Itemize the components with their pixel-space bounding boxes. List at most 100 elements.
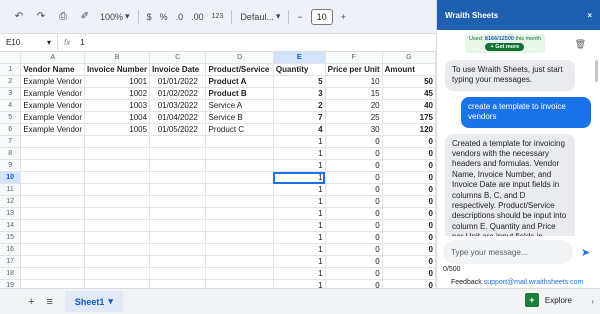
row-header[interactable]: 5: [0, 111, 22, 125]
cell[interactable]: 4: [273, 123, 326, 137]
cell[interactable]: [205, 135, 274, 149]
cell[interactable]: 0: [325, 255, 383, 269]
cell[interactable]: 1: [273, 219, 326, 233]
cell[interactable]: 01/03/2022: [149, 99, 207, 113]
name-box[interactable]: E10 ▾: [0, 34, 58, 51]
cell[interactable]: 40: [382, 99, 436, 113]
cell[interactable]: [149, 243, 207, 257]
cell[interactable]: Amount: [382, 63, 436, 77]
cell[interactable]: 1: [273, 147, 326, 161]
cell[interactable]: [84, 255, 151, 269]
cell[interactable]: 1: [273, 231, 326, 245]
cell[interactable]: [84, 159, 151, 173]
cell[interactable]: Example Vendor: [20, 111, 86, 125]
cell[interactable]: 0: [382, 171, 436, 185]
cell[interactable]: [205, 267, 274, 281]
cell[interactable]: [84, 147, 151, 161]
column-header-g[interactable]: G: [382, 52, 436, 65]
cell[interactable]: [205, 279, 274, 288]
cell[interactable]: 0: [382, 147, 436, 161]
row-header[interactable]: 2: [0, 75, 22, 89]
column-header-c[interactable]: C: [149, 52, 207, 65]
cell[interactable]: Invoice Date: [149, 63, 207, 77]
font-size-input[interactable]: 10: [310, 8, 333, 25]
cell[interactable]: 120: [382, 123, 436, 137]
cell[interactable]: [205, 147, 274, 161]
cell[interactable]: 1: [273, 135, 326, 149]
cell[interactable]: [20, 219, 86, 233]
cell[interactable]: [20, 279, 86, 288]
number-format-button[interactable]: 123: [212, 13, 224, 20]
cell[interactable]: [20, 135, 86, 149]
cell[interactable]: [205, 219, 274, 233]
cell[interactable]: Price per Unit: [325, 63, 383, 77]
cell[interactable]: 1: [273, 171, 326, 185]
font-select[interactable]: Defaul... ▾: [240, 11, 280, 22]
cell[interactable]: [205, 207, 274, 221]
cell[interactable]: [205, 159, 274, 173]
cell[interactable]: Example Vendor: [20, 87, 86, 101]
chevron-left-icon[interactable]: ‹: [591, 297, 594, 306]
list-icon[interactable]: ≡: [46, 296, 52, 308]
cell[interactable]: 175: [382, 111, 436, 125]
send-icon[interactable]: ➤: [581, 246, 590, 259]
cell[interactable]: 01/05/2022: [149, 123, 207, 137]
increase-font-size-button[interactable]: +: [341, 12, 346, 22]
cell[interactable]: 0: [382, 135, 436, 149]
plus-icon[interactable]: +: [28, 296, 34, 308]
cell[interactable]: [205, 231, 274, 245]
cell[interactable]: [149, 147, 207, 161]
cell[interactable]: [205, 195, 274, 209]
cell[interactable]: 10: [325, 75, 383, 89]
cell[interactable]: [149, 171, 207, 185]
cell[interactable]: [149, 279, 207, 288]
cell[interactable]: 25: [325, 111, 383, 125]
cell[interactable]: [205, 183, 274, 197]
cell[interactable]: [149, 267, 207, 281]
cell[interactable]: [149, 219, 207, 233]
row-header[interactable]: 14: [0, 219, 22, 233]
cell[interactable]: [84, 243, 151, 257]
column-header-f[interactable]: F: [325, 52, 383, 65]
row-header[interactable]: 7: [0, 135, 22, 149]
undo-icon[interactable]: ↶: [12, 10, 26, 24]
cell[interactable]: 1: [273, 243, 326, 257]
cell[interactable]: 0: [325, 219, 383, 233]
cell[interactable]: [84, 195, 151, 209]
cell[interactable]: Product B: [205, 87, 274, 101]
cell[interactable]: 1: [273, 279, 326, 288]
cell[interactable]: 0: [325, 183, 383, 197]
cell[interactable]: [20, 243, 86, 257]
column-header-e[interactable]: E: [273, 52, 326, 65]
feedback-email-link[interactable]: support@mail.wraithsheets.com: [484, 279, 584, 286]
cell[interactable]: [149, 231, 207, 245]
currency-button[interactable]: $: [147, 12, 152, 22]
row-header[interactable]: 11: [0, 183, 22, 197]
message-input[interactable]: Type your message...: [443, 240, 573, 264]
cell[interactable]: 50: [382, 75, 436, 89]
cell[interactable]: 3: [273, 87, 326, 101]
cell[interactable]: [149, 159, 207, 173]
cell[interactable]: 0: [325, 267, 383, 281]
cell[interactable]: [20, 183, 86, 197]
cell[interactable]: [20, 207, 86, 221]
cell[interactable]: 1: [273, 159, 326, 173]
row-header[interactable]: 6: [0, 123, 22, 137]
explore-button[interactable]: + Explore: [524, 293, 572, 307]
cell[interactable]: 0: [325, 147, 383, 161]
cell[interactable]: 0: [382, 159, 436, 173]
print-icon[interactable]: ⎙: [56, 10, 70, 24]
cell[interactable]: Example Vendor: [20, 99, 86, 113]
cell[interactable]: 1: [273, 255, 326, 269]
cell[interactable]: 0: [382, 231, 436, 245]
chat-scrollbar[interactable]: [595, 60, 598, 82]
cell[interactable]: [149, 207, 207, 221]
cell[interactable]: 0: [382, 267, 436, 281]
cell[interactable]: 0: [382, 195, 436, 209]
row-header[interactable]: 8: [0, 147, 22, 161]
cell[interactable]: Invoice Number: [84, 63, 151, 77]
cell[interactable]: 0: [325, 135, 383, 149]
cell[interactable]: [20, 147, 86, 161]
row-header[interactable]: 10: [0, 171, 22, 185]
cell[interactable]: 15: [325, 87, 383, 101]
